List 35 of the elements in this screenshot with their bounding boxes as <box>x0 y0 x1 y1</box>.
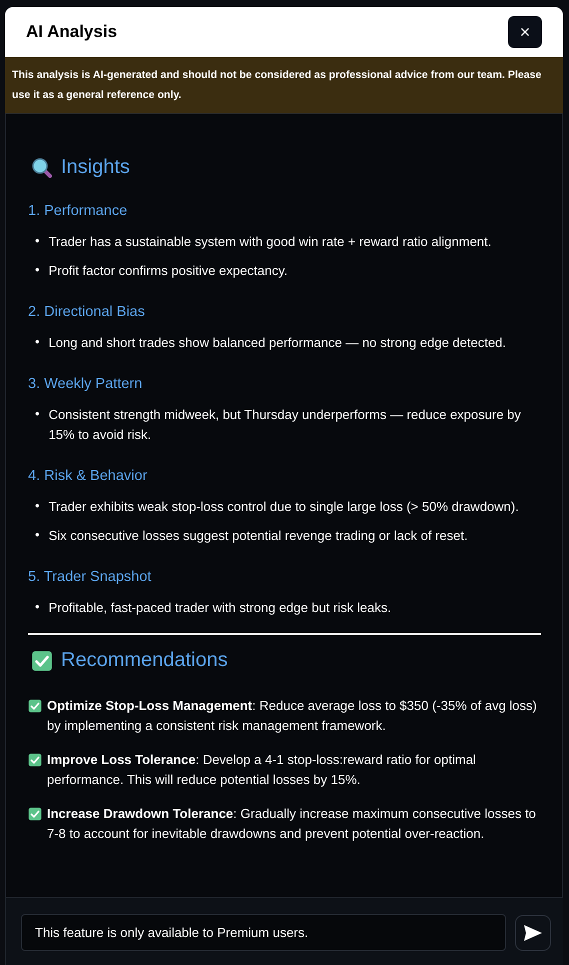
bullet-mark: • <box>35 497 40 515</box>
bullet-text: Trader exhibits weak stop-loss control due to single large loss (> 50% drawdown). <box>48 498 519 516</box>
bullet-mark: • <box>35 598 40 616</box>
bullet-text: Profitable, fast-paced trader with strong edge but risk leaks. <box>48 599 392 617</box>
bullet-text: Consistent strength midweek, but Thursday underperforms — reduce exposure by 15% to avoid risk. <box>48 406 522 444</box>
close-button[interactable]: × <box>508 16 542 48</box>
bullet-text: Long and short trades show balanced performance — no strong edge detected. <box>48 334 506 352</box>
section-heading: 4. Risk & Behavior <box>28 468 148 484</box>
check-icon <box>28 807 42 821</box>
recommendation-text: Increase Drawdown Tolerance: Gradually increase maximum consecutive losses to 7-8 to account for inevitable drawdowns and prevent potential over-reaction. <box>47 805 537 843</box>
message-input[interactable]: This feature is only available to Premium users. <box>21 914 506 951</box>
bullet-mark: • <box>35 405 40 423</box>
check-icon <box>31 650 53 672</box>
bullet-mark: • <box>35 261 40 279</box>
recommendation-text: Optimize Stop-Loss Management: Reduce average loss to $350 (-35% of avg loss) by implementing a consistent risk management framework. <box>47 697 538 735</box>
magnifier-icon <box>31 156 53 178</box>
bullet-text: Six consecutive losses suggest potential revenge trading or lack of reset. <box>48 527 468 545</box>
section-heading: 5. Trader Snapshot <box>28 569 152 585</box>
recommendations-heading: Recommendations <box>61 649 228 672</box>
disclaimer-banner: This analysis is AI-generated and should not be considered as professional advice from our team. Please use it as a general reference only. <box>5 57 563 114</box>
bullet-text: Trader has a sustainable system with good win rate + reward ratio alignment. <box>48 233 492 251</box>
section-heading: 3. Weekly Pattern <box>28 376 144 392</box>
dialog-title: AI Analysis <box>26 22 118 42</box>
bullet-mark: • <box>35 333 40 351</box>
section-heading: 2. Directional Bias <box>28 304 146 320</box>
bullet-mark: • <box>35 526 40 544</box>
section-heading: 1. Performance <box>28 203 128 219</box>
recommendation-text: Improve Loss Tolerance: Develop a 4-1 stop-loss:reward ratio for optimal performance. This will reduce potential losses by 15%. <box>47 751 477 789</box>
check-icon <box>28 699 42 713</box>
send-button[interactable] <box>515 914 551 950</box>
bullet-text: Profit factor confirms positive expectancy. <box>48 262 288 280</box>
insights-heading: Insights <box>61 156 130 179</box>
bullet-mark: • <box>35 232 40 250</box>
send-icon <box>523 924 543 942</box>
check-icon <box>28 753 42 767</box>
